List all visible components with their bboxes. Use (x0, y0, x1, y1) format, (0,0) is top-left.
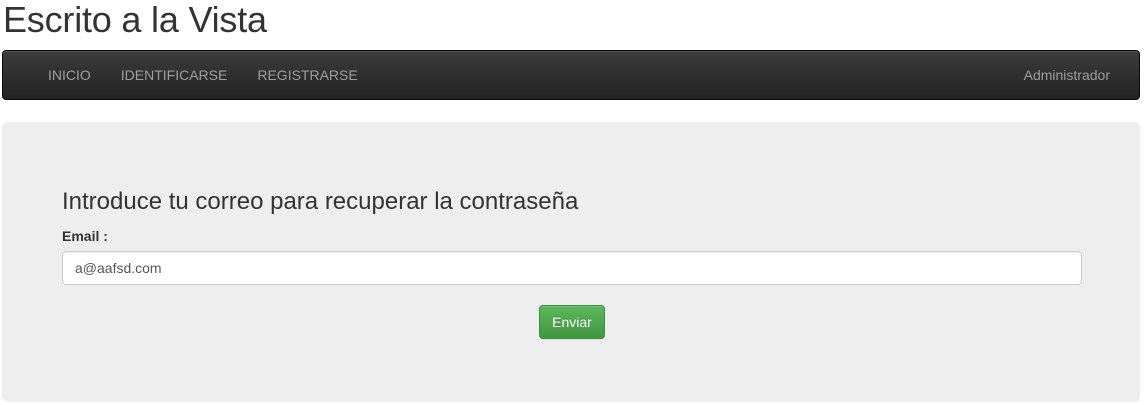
email-input[interactable] (62, 251, 1082, 285)
email-label: Email : (62, 228, 108, 244)
navbar: INICIO IDENTIFICARSE REGISTRARSE Adminis… (2, 50, 1140, 100)
nav-item-registrarse[interactable]: REGISTRARSE (242, 51, 372, 99)
nav-item-inicio[interactable]: INICIO (33, 51, 106, 99)
nav-right: Administrador (1009, 51, 1125, 99)
form-heading: Introduce tu correo para recuperar la co… (62, 188, 579, 215)
recovery-panel: Introduce tu correo para recuperar la co… (2, 122, 1140, 402)
nav-menu: INICIO IDENTIFICARSE REGISTRARSE (33, 51, 373, 99)
nav-item-administrador[interactable]: Administrador (1009, 51, 1125, 99)
nav-item-identificarse[interactable]: IDENTIFICARSE (106, 51, 243, 99)
site-title: Escrito a la Vista (3, 0, 267, 40)
submit-button[interactable]: Enviar (539, 305, 605, 339)
